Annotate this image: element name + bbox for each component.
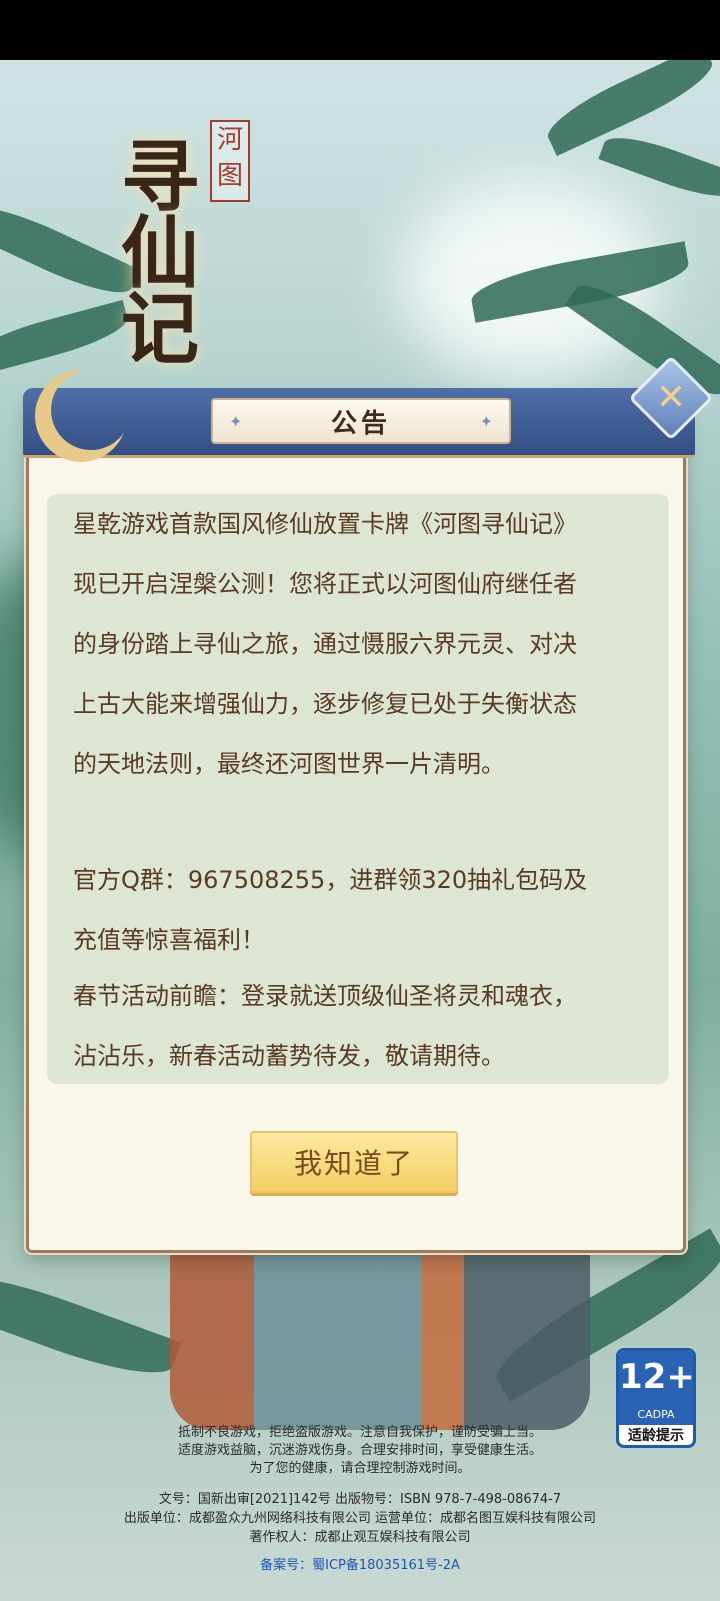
announcement-line: 春节活动前瞻：登录就送顶级仙圣将灵和魂衣， — [73, 982, 577, 1010]
announcement-line: 的身份踏上寻仙之旅，通过慑服六界元灵、对决 — [73, 630, 577, 658]
publication-info: 文号：国新出审[2021]142号 出版物号：ISBN 978-7-498-08… — [158, 1492, 562, 1507]
health-notice-line: 适度游戏益脑，沉迷游戏伤身。合理安排时间，享受健康生活。 — [177, 1443, 542, 1458]
announcement-content: 星乾游戏首款国风修仙放置卡牌《河图寻仙记》 现已开启涅槃公测！您将正式以河图仙府… — [47, 494, 669, 1084]
character-figure — [170, 1230, 590, 1430]
status-bar — [0, 0, 720, 60]
close-icon: ✕ — [655, 377, 687, 418]
dialog-title: 公告 — [330, 408, 391, 439]
announcement-line: 星乾游戏首款国风修仙放置卡牌《河图寻仙记》 — [73, 510, 577, 538]
announcement-line: 充值等惊喜福利！ — [73, 926, 265, 954]
dialog-header: ✦ 公告 ✦ ✕ — [23, 355, 714, 458]
announcement-line: 官方Q群：967508255，进群领320抽礼包码及 — [73, 866, 588, 894]
announcement-dialog: ✦ 公告 ✦ ✕ 星乾游戏首款国风修仙放置卡牌《河图寻仙记》 现已开启涅槃公测！… — [23, 355, 714, 1253]
logo-title: 寻仙记 — [120, 132, 199, 375]
moon-icon — [51, 370, 131, 450]
age-rating-org: CADPA — [619, 1407, 693, 1425]
ornament-icon: ✦ — [229, 412, 243, 431]
dialog-title-plate: ✦ 公告 ✦ — [211, 398, 511, 444]
health-notice-line: 为了您的健康，请合理控制游戏时间。 — [249, 1461, 471, 1476]
ornament-icon: ✦ — [479, 412, 493, 431]
health-notice-line: 抵制不良游戏，拒绝盗版游戏。注意自我保护，谨防受骗上当。 — [177, 1425, 542, 1440]
ok-button[interactable]: 我知道了 — [250, 1131, 458, 1193]
icp-link[interactable]: 备案号：蜀ICP备18035161号-2A — [0, 1557, 720, 1575]
announcement-line: 上古大能来增强仙力，逐步修复已处于失衡状态 — [73, 690, 577, 718]
age-rating-value: 12+ — [619, 1351, 693, 1407]
announcement-line: 沾沾乐，新春活动蓄势待发，敬请期待。 — [73, 1042, 505, 1070]
game-logo: 河 图 寻仙记 — [92, 120, 267, 370]
announcement-line: 的天地法则，最终还河图世界一片清明。 — [73, 750, 505, 778]
publisher-info: 出版单位：成都盈众九州网络科技有限公司 运营单位：成都名图互娱科技有限公司 — [123, 1511, 597, 1526]
announcement-line: 现已开启涅槃公测！您将正式以河图仙府继任者 — [73, 570, 577, 598]
copyright-info: 著作权人：成都止观互娱科技有限公司 — [249, 1530, 471, 1545]
